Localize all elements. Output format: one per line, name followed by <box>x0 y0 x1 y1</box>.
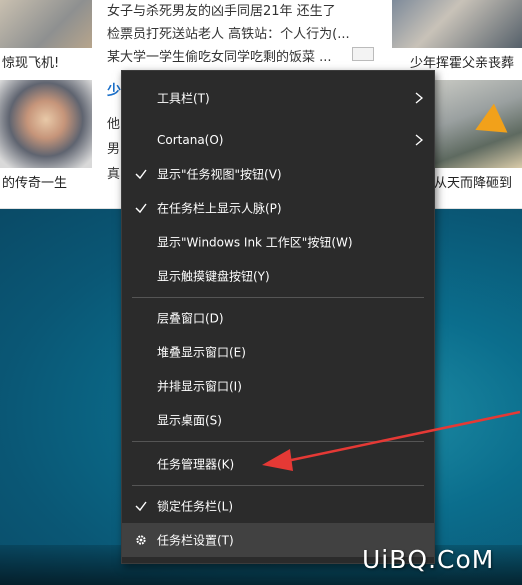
menu-item-label: 堆叠显示窗口(E) <box>157 345 246 360</box>
menu-item-show-task-view[interactable]: 显示"任务视图"按钮(V) <box>122 157 434 191</box>
news-snippet: 男 <box>107 142 121 157</box>
menu-item-label: 显示触摸键盘按钮(Y) <box>157 269 270 284</box>
ad-tag-icon <box>352 47 374 61</box>
menu-item-side-by-side[interactable]: 并排显示窗口(I) <box>122 369 434 403</box>
menu-item-cortana[interactable]: Cortana(O) <box>122 123 434 157</box>
menu-item-show-desktop[interactable]: 显示桌面(S) <box>122 403 434 437</box>
news-headline[interactable]: 某大学一学生偷吃女同学吃剩的饭菜 ... <box>107 46 332 65</box>
news-thumbnail-phone[interactable] <box>392 0 522 48</box>
news-caption[interactable]: 惊现飞机! <box>2 52 59 71</box>
checkmark-icon <box>135 169 147 180</box>
submenu-arrow-icon <box>415 134 424 146</box>
submenu-arrow-icon <box>415 92 424 104</box>
menu-item-show-touch-keyboard[interactable]: 显示触摸键盘按钮(Y) <box>122 259 434 293</box>
news-caption[interactable]: 的传奇一生 <box>2 172 67 191</box>
checkmark-icon <box>135 501 147 512</box>
watermark: UiBQ.CoM <box>362 545 495 574</box>
menu-item-label: 在任务栏上显示人脉(P) <box>157 201 282 216</box>
menu-item-show-people[interactable]: 在任务栏上显示人脉(P) <box>122 191 434 225</box>
news-headline[interactable]: 检票员打死送站老人 高铁站：个人行为(... <box>107 23 350 42</box>
gear-icon <box>136 535 146 545</box>
menu-separator <box>132 485 424 486</box>
menu-item-lock-taskbar[interactable]: 锁定任务栏(L) <box>122 489 434 523</box>
news-snippet: 真 <box>107 167 121 182</box>
menu-item-label: 显示"任务视图"按钮(V) <box>157 167 282 182</box>
news-headline-featured[interactable]: 少 <box>107 80 121 100</box>
menu-item-label: 工具栏(T) <box>157 91 210 106</box>
menu-separator <box>132 297 424 298</box>
menu-item-label: 层叠窗口(D) <box>157 311 224 326</box>
checkmark-icon <box>135 203 147 214</box>
menu-item-label: 显示桌面(S) <box>157 413 222 428</box>
menu-item-task-manager[interactable]: 任务管理器(K) <box>122 447 434 481</box>
menu-item-show-windows-ink[interactable]: 显示"Windows Ink 工作区"按钮(W) <box>122 225 434 259</box>
news-thumbnail-portrait[interactable] <box>0 80 92 168</box>
news-thumbnail-aircraft[interactable] <box>0 0 92 48</box>
news-caption[interactable]: 从天而降砸到 <box>434 172 512 191</box>
menu-item-stack-windows[interactable]: 堆叠显示窗口(E) <box>122 335 434 369</box>
taskbar-context-menu: 工具栏(T) Cortana(O) 显示"任务视图"按钮(V) 在任务栏上显示人… <box>121 70 435 564</box>
menu-item-label: 并排显示窗口(I) <box>157 379 242 394</box>
news-snippet: 他 <box>107 117 121 132</box>
menu-item-label: 显示"Windows Ink 工作区"按钮(W) <box>157 235 353 250</box>
menu-item-cascade-windows[interactable]: 层叠窗口(D) <box>122 301 434 335</box>
news-headline[interactable]: 女子与杀死男友的凶手同居21年 还生了 <box>107 0 336 19</box>
news-caption[interactable]: 少年挥霍父亲丧葬 <box>410 52 514 71</box>
menu-item-label: 锁定任务栏(L) <box>157 499 234 514</box>
menu-item-label: Cortana(O) <box>157 133 224 147</box>
menu-separator <box>132 441 424 442</box>
menu-item-label: 任务管理器(K) <box>157 457 235 472</box>
menu-item-toolbars[interactable]: 工具栏(T) <box>122 81 434 115</box>
menu-item-label: 任务栏设置(T) <box>157 533 234 548</box>
